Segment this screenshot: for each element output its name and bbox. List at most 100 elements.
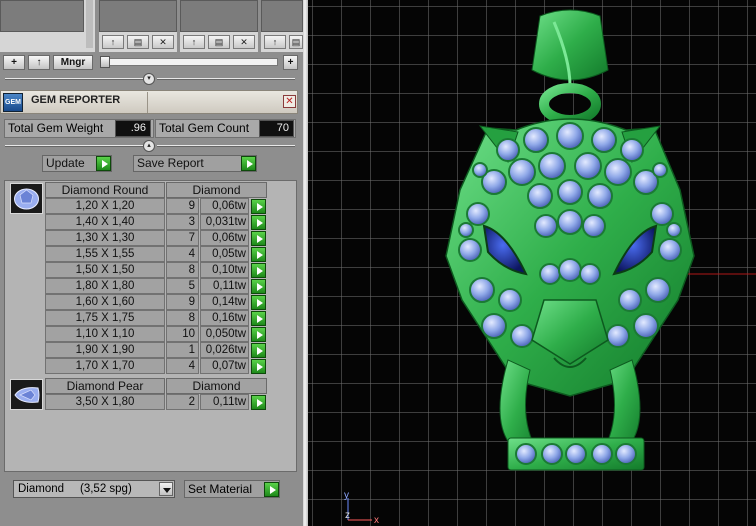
select-gem-arrow-icon[interactable] — [251, 395, 266, 410]
collapse-toggle[interactable]: ▴ — [143, 140, 155, 152]
delete-slot-button[interactable]: ✕ — [233, 35, 255, 49]
select-gem-arrow-icon[interactable] — [251, 263, 266, 278]
save-slot-button[interactable]: ▤ — [289, 35, 303, 49]
gem-size-cell: 1,80 X 1,80 — [45, 278, 165, 294]
gem-weight-cell: 0,14tw — [200, 294, 249, 310]
manager-button[interactable]: Mngr — [53, 55, 93, 70]
gem-weight-cell: 0,06tw — [200, 198, 249, 214]
gem-size-cell: 1,60 X 1,60 — [45, 294, 165, 310]
gem-size-cell: 1,55 X 1,55 — [45, 246, 165, 262]
move-up-button[interactable]: ↑ — [264, 35, 286, 49]
select-gem-arrow-icon[interactable] — [251, 327, 266, 342]
play-arrow-icon[interactable] — [264, 482, 279, 497]
gem-count-cell: 5 — [166, 278, 199, 294]
gem-size-cell: 1,50 X 1,50 — [45, 262, 165, 278]
delete-slot-button[interactable]: ✕ — [152, 35, 174, 49]
axis-z-label: z — [345, 510, 350, 521]
panel-title: GEM REPORTER — [31, 94, 121, 106]
left-panel: ↑ ▤ ✕ ↑ ▤ ✕ ↑ ▤ + ↑ Mngr + ▾ GEM GEM REP… — [0, 0, 303, 526]
gem-weight-cell: 0,050tw — [200, 326, 249, 342]
thumbnail-slot[interactable] — [180, 0, 258, 32]
play-arrow-icon[interactable] — [241, 156, 256, 171]
move-up-button[interactable]: ↑ — [183, 35, 205, 49]
save-report-label: Save Report — [137, 156, 204, 170]
gem-size-cell: 1,70 X 1,70 — [45, 358, 165, 374]
gem-weight-cell: 0,11tw — [200, 278, 249, 294]
total-count-label: Total Gem Count — [159, 121, 250, 135]
total-weight-label: Total Gem Weight — [8, 121, 104, 135]
gem-count-cell: 2 — [166, 394, 199, 410]
save-slot-button[interactable]: ▤ — [208, 35, 230, 49]
select-gem-arrow-icon[interactable] — [251, 279, 266, 294]
gem-weight-cell: 0,07tw — [200, 358, 249, 374]
select-gem-arrow-icon[interactable] — [251, 231, 266, 246]
thumbnail-column-3: ↑ ▤ ✕ — [180, 0, 258, 52]
gem-count-cell: 10 — [166, 326, 199, 342]
select-gem-arrow-icon[interactable] — [251, 295, 266, 310]
zoom-plus-button[interactable]: + — [283, 55, 298, 70]
collapse-toggle[interactable]: ▾ — [143, 73, 155, 85]
gem-weight-cell: 0,11tw — [200, 394, 249, 410]
3d-viewport[interactable]: y z x — [308, 0, 756, 526]
material-dropdown[interactable]: Diamond (3,52 spg) — [13, 480, 175, 498]
gem-count-cell: 4 — [166, 246, 199, 262]
slider-handle[interactable] — [100, 56, 110, 68]
play-arrow-icon[interactable] — [96, 156, 111, 171]
save-slot-button[interactable]: ▤ — [127, 35, 149, 49]
gem-weight-cell: 0,16tw — [200, 310, 249, 326]
close-icon[interactable]: ✕ — [283, 95, 296, 108]
pear-gem-thumbnail — [10, 379, 43, 410]
gem-size-cell: 1,90 X 1,90 — [45, 342, 165, 358]
select-gem-arrow-icon[interactable] — [251, 215, 266, 230]
total-weight-value: .96 — [115, 120, 151, 137]
save-report-button[interactable]: Save Report — [133, 155, 257, 172]
gem-count-cell: 9 — [166, 294, 199, 310]
select-gem-arrow-icon[interactable] — [251, 199, 266, 214]
update-button[interactable]: Update — [42, 155, 112, 172]
gem-count-cell: 3 — [166, 214, 199, 230]
thumbnail-column-4: ↑ ▤ — [261, 0, 303, 52]
thumbnail-column-1 — [0, 0, 95, 52]
gem-shape-header: Diamond Round — [45, 182, 165, 198]
gem-reporter-icon: GEM — [3, 93, 23, 112]
gem-count-cell: 7 — [166, 230, 199, 246]
gem-size-cell: 1,30 X 1,30 — [45, 230, 165, 246]
gem-size-cell: 1,75 X 1,75 — [45, 310, 165, 326]
select-gem-arrow-icon[interactable] — [251, 343, 266, 358]
gem-weight-cell: 0,031tw — [200, 214, 249, 230]
thumbnail-slider[interactable] — [100, 58, 278, 66]
set-material-button[interactable]: Set Material — [184, 480, 280, 498]
axis-x-label: x — [374, 515, 379, 526]
gem-shape-header: Diamond Pear — [45, 378, 165, 394]
move-up-button[interactable]: ↑ — [102, 35, 124, 49]
select-gem-arrow-icon[interactable] — [251, 359, 266, 374]
gem-reporter-titlebar: GEM GEM REPORTER ✕ — [0, 90, 298, 114]
gem-size-cell: 1,40 X 1,40 — [45, 214, 165, 230]
thumbnail-slot[interactable] — [0, 0, 84, 32]
divider — [157, 78, 295, 80]
chevron-down-icon[interactable] — [159, 482, 173, 496]
pendant-model: y z x — [344, 9, 756, 526]
thumbnail-slot[interactable] — [261, 0, 303, 32]
thumbnail-slot[interactable] — [99, 0, 177, 32]
scrollbar[interactable] — [86, 0, 93, 48]
gem-count-cell: 9 — [166, 198, 199, 214]
gem-weight-cell: 0,06tw — [200, 230, 249, 246]
gem-count-cell: 1 — [166, 342, 199, 358]
gem-weight-cell: 0,10tw — [200, 262, 249, 278]
gem-material-header: Diamond — [166, 378, 267, 394]
select-gem-arrow-icon[interactable] — [251, 311, 266, 326]
gem-size-cell: 1,10 X 1,10 — [45, 326, 165, 342]
material-selected-value: Diamond (3,52 spg) — [18, 483, 132, 495]
update-label: Update — [46, 156, 85, 170]
add-button[interactable]: + — [3, 55, 25, 70]
gem-size-cell: 1,20 X 1,20 — [45, 198, 165, 214]
round-gem-thumbnail — [10, 183, 43, 214]
set-material-label: Set Material — [188, 482, 253, 496]
up-button[interactable]: ↑ — [28, 55, 50, 70]
thumbnail-column-2: ↑ ▤ ✕ — [99, 0, 177, 52]
total-count-value: 70 — [259, 120, 294, 137]
title-separator — [147, 92, 148, 113]
select-gem-arrow-icon[interactable] — [251, 247, 266, 262]
divider — [157, 145, 295, 147]
